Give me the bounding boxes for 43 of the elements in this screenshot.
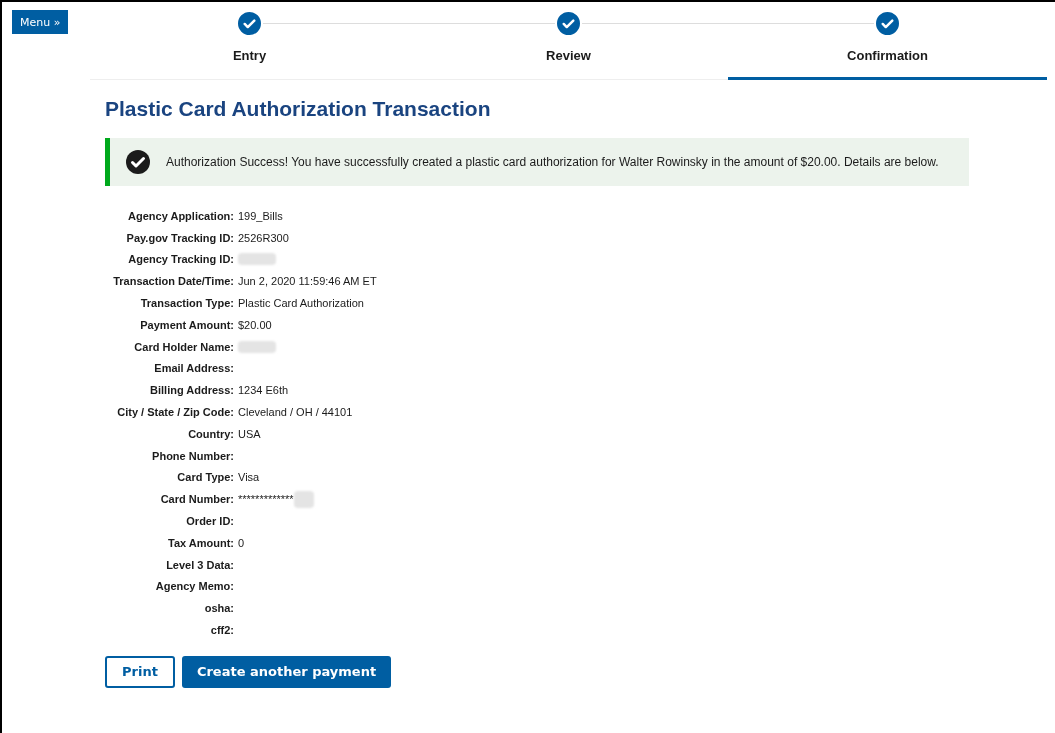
field-label: City / State / Zip Code: [116, 406, 234, 419]
field-label: Transaction Date/Time: [112, 275, 234, 288]
check-circle-icon [876, 12, 899, 35]
field-value: USA [238, 427, 261, 440]
field-value: Visa [238, 471, 260, 484]
field-label: Card Number: [159, 493, 234, 506]
field-value: 1234 E6th [238, 384, 289, 397]
menu-button[interactable]: Menu » [12, 10, 69, 34]
field-label: Agency Application: [127, 209, 234, 222]
field-label: Tax Amount: [167, 536, 234, 549]
check-circle-icon [557, 12, 580, 35]
field-label: osha: [203, 602, 234, 615]
field-label: Billing Address: [149, 384, 234, 397]
field-value: Jun 2, 2020 11:59:46 AM ET [238, 275, 377, 288]
field-value: Cleveland / OH / 44101 [238, 406, 353, 419]
field-value: 0 [238, 536, 245, 549]
field-label: Card Type: [176, 471, 234, 484]
check-circle-icon [238, 12, 261, 35]
check-circle-icon [126, 150, 150, 174]
field-label: cff2: [209, 624, 234, 637]
field-value: 2526R300 [238, 231, 289, 244]
step-tab[interactable]: Review [409, 2, 728, 80]
field-label: Order ID: [185, 515, 234, 528]
create-payment-button[interactable]: Create another payment [181, 655, 392, 688]
field-label: Level 3 Data: [165, 558, 234, 571]
field-label: Payment Amount: [139, 318, 234, 331]
field-label: Country: [187, 427, 234, 440]
field-label: Card Holder Name: [133, 340, 234, 353]
field-value: $20.00 [238, 318, 272, 331]
step-tab[interactable]: Entry [90, 2, 409, 80]
field-label: Pay.gov Tracking ID: [125, 231, 234, 244]
alert-message: Authorization Success! You have successfully created a plastic card authorization for Walter Rowinsky in the amount of $20.00. Details are below. [166, 155, 939, 169]
field-value: ************* [238, 493, 294, 506]
field-label: Agency Tracking ID: [127, 253, 234, 266]
field-value: Plastic Card Authorization [238, 297, 364, 310]
field-value: 199_Bills [238, 209, 283, 222]
field-label: Transaction Type: [139, 297, 234, 310]
field-label: Phone Number: [151, 449, 234, 462]
step-tab[interactable]: Confirmation [728, 2, 1047, 80]
field-label: Email Address: [153, 362, 234, 375]
field-label: Agency Memo: [154, 580, 234, 593]
print-button[interactable]: Print [105, 655, 175, 688]
page-title: Plastic Card Authorization Transaction [105, 97, 492, 121]
